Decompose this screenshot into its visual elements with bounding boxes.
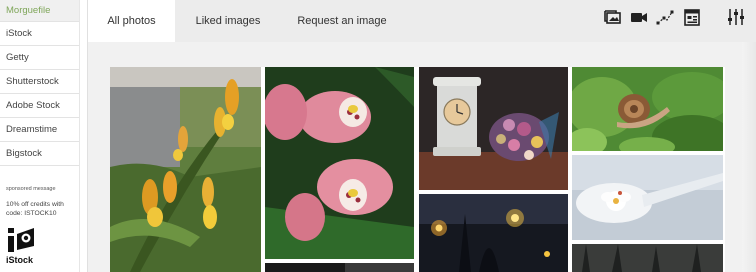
sponsored-text: 10% off credits with code: ISTOCK10	[6, 201, 64, 217]
photo-grid	[110, 67, 725, 272]
vector-icon[interactable]	[655, 7, 675, 27]
tab-liked-images[interactable]: Liked images	[183, 0, 273, 42]
sponsored-message[interactable]: sponsored message 10% off credits with c…	[6, 186, 78, 265]
istock-logo-icon	[6, 224, 36, 254]
photo-yellow-flowers[interactable]	[110, 67, 261, 272]
photo-strip-bottom[interactable]	[265, 263, 414, 272]
sponsored-label: sponsored message	[6, 186, 56, 192]
sidebar-item-istock[interactable]: iStock	[0, 22, 79, 46]
photo-night-lights[interactable]	[419, 194, 568, 272]
video-icon[interactable]	[629, 7, 649, 27]
sidebar-item-dreamstime[interactable]: Dreamstime	[0, 118, 79, 142]
layout-icon[interactable]	[682, 7, 702, 27]
scroll-shadow	[742, 42, 756, 272]
sidebar-item-shutterstock[interactable]: Shutterstock	[0, 70, 79, 94]
photo-flower-spoon[interactable]	[572, 155, 723, 240]
tab-all-photos[interactable]: All photos	[88, 0, 175, 42]
filters-icon[interactable]	[726, 7, 746, 27]
source-sidebar: Morguefile iStock Getty Shutterstock Ado…	[0, 0, 80, 272]
sidebar-item-getty[interactable]: Getty	[0, 46, 79, 70]
sponsored-brand: iStock	[6, 255, 34, 265]
sidebar-item-adobe-stock[interactable]: Adobe Stock	[0, 94, 79, 118]
tab-bar: All photos Liked images Request an image	[88, 0, 756, 42]
sidebar-item-morguefile[interactable]: Morguefile	[0, 0, 79, 22]
tab-request-image[interactable]: Request an image	[288, 0, 396, 42]
sidebar-item-bigstock[interactable]: Bigstock	[0, 142, 79, 166]
app-root: Morguefile iStock Getty Shutterstock Ado…	[0, 0, 756, 272]
photos-icon[interactable]	[602, 7, 622, 27]
photo-clock-bouquet[interactable]	[419, 67, 568, 190]
main-panel: All photos Liked images Request an image	[87, 0, 756, 272]
photo-pink-orchids[interactable]	[265, 67, 414, 259]
photo-snail-leaves[interactable]	[572, 67, 723, 151]
photo-dark-trees[interactable]	[572, 244, 723, 272]
